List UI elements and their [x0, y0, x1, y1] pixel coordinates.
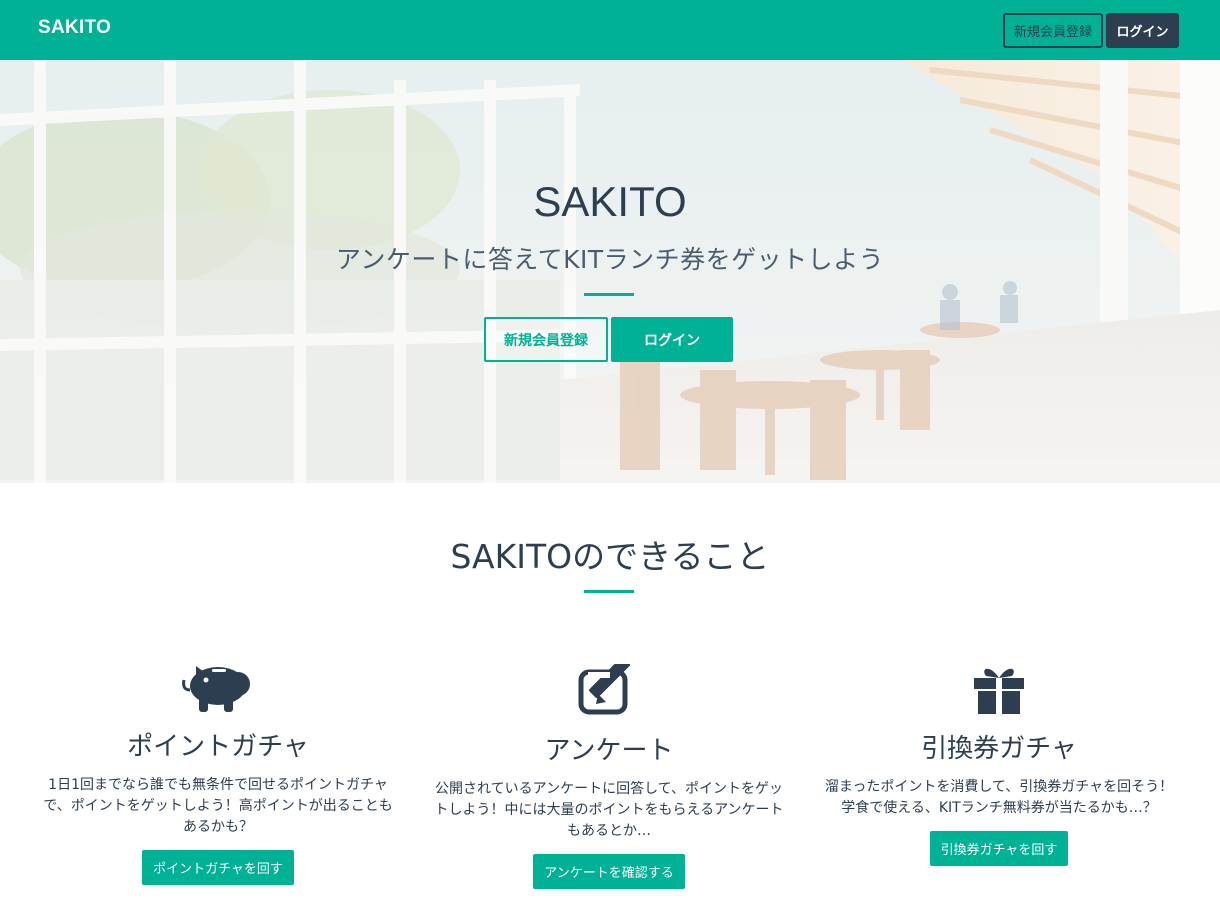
point-gacha-button[interactable]: ポイントガチャを回す — [142, 850, 294, 885]
feature-title: ポイントガチャ — [127, 732, 309, 762]
piggy-bank-icon — [182, 666, 250, 712]
feature-voucher-gacha: 引換券ガチャ 溜まったポイントを消費して、引換券ガチャを回そう！学食で使える、K… — [814, 664, 1184, 866]
feature-survey: アンケート 公開されているアンケートに回答して、ポイントをゲットしよう！中には大… — [424, 664, 794, 889]
features-title: SAKITOのできること — [450, 537, 770, 576]
hero-section: SAKITO アンケートに答えてKITランチ券をゲットしよう 新規会員登録 ログ… — [0, 60, 1220, 483]
voucher-gacha-button[interactable]: 引換券ガチャを回す — [929, 831, 1069, 866]
hero-register-button[interactable]: 新規会員登録 — [484, 317, 608, 362]
gift-icon — [974, 668, 1024, 714]
hero-title: SAKITO — [533, 178, 687, 225]
nav-register-button[interactable]: 新規会員登録 — [1003, 13, 1103, 48]
hero-subtitle: アンケートに答えてKITランチ券をゲットしよう — [335, 245, 885, 274]
brand-logo[interactable]: SAKITO — [38, 17, 111, 39]
survey-check-button[interactable]: アンケートを確認する — [533, 854, 685, 889]
feature-description: 1日1回までなら誰でも無条件で回せるポイントガチャで、ポイントをゲットしよう！高… — [43, 777, 393, 835]
feature-point-gacha: ポイントガチャ 1日1回までなら誰でも無条件で回せるポイントガチャで、ポイントを… — [33, 660, 403, 885]
nav-login-button[interactable]: ログイン — [1106, 13, 1179, 48]
feature-description: 溜まったポイントを消費して、引換券ガチャを回そう！学食で使える、KITランチ無料… — [824, 779, 1174, 816]
hero-login-button[interactable]: ログイン — [611, 317, 733, 362]
feature-description: 公開されているアンケートに回答して、ポイントをゲットしよう！中には大量のポイント… — [434, 781, 784, 839]
hero-divider — [584, 293, 634, 296]
navbar: SAKITO 新規会員登録 ログイン — [0, 0, 1220, 60]
feature-title: 引換券ガチャ — [921, 734, 1077, 764]
features-divider — [584, 590, 634, 593]
feature-title: アンケート — [544, 736, 674, 766]
edit-pencil-icon — [578, 664, 630, 715]
